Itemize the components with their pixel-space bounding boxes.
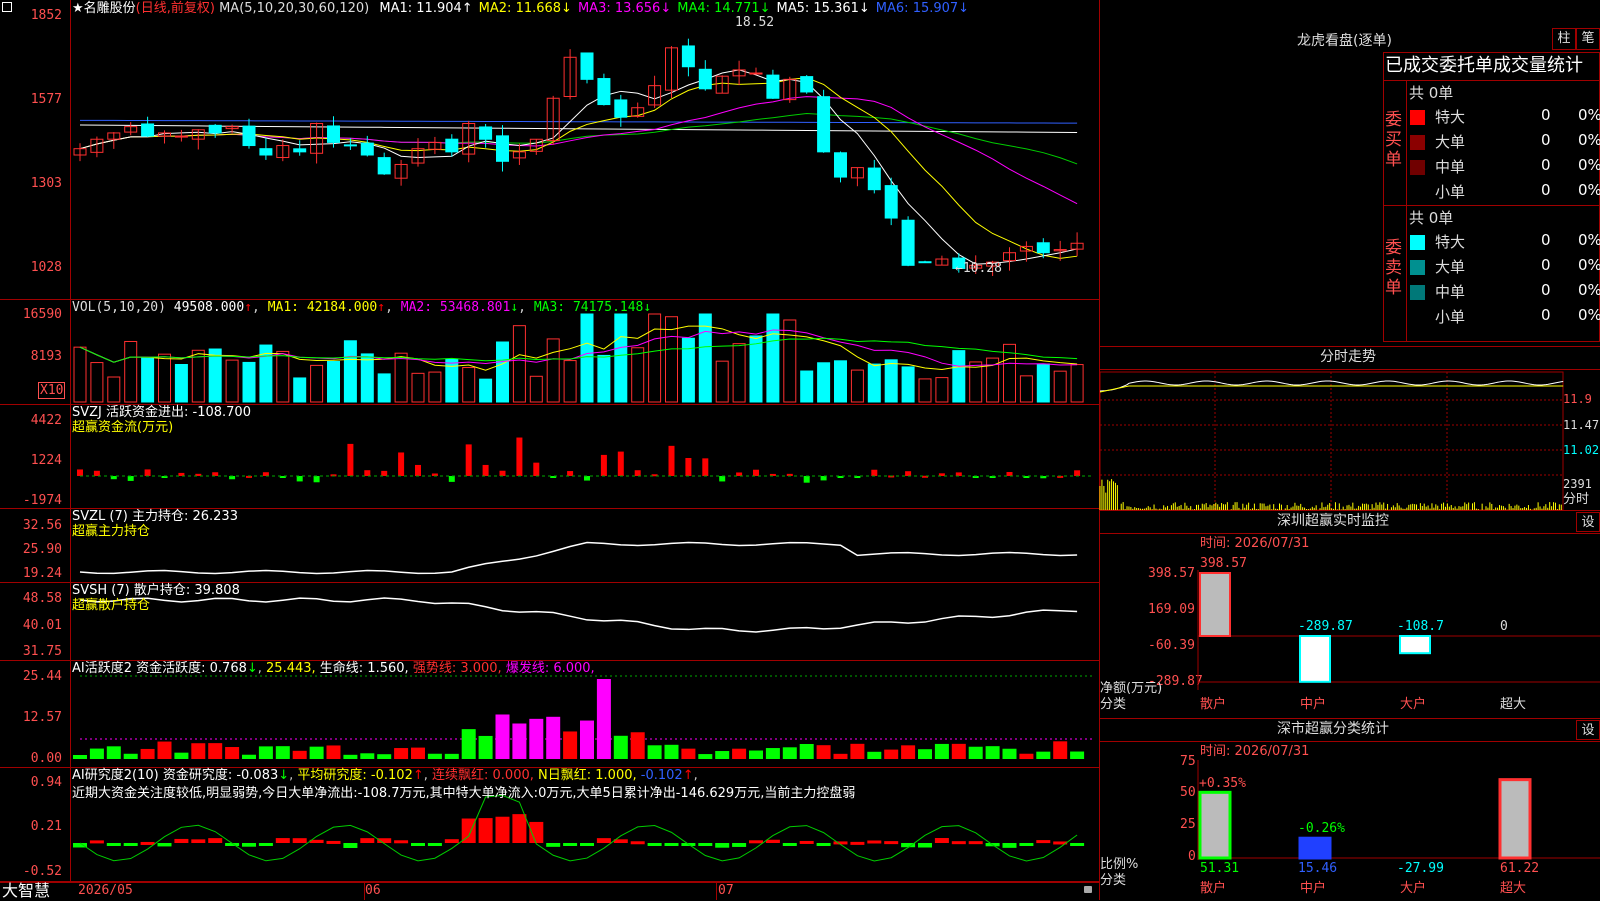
right-charts-svg — [1099, 371, 1600, 860]
monitor-bar-2 — [1399, 635, 1431, 655]
fenshi-avg-line — [1099, 385, 1564, 393]
monitor-bar-0 — [1199, 572, 1231, 637]
classify-bar-0 — [1198, 790, 1232, 860]
monitor-bar-1 — [1299, 635, 1331, 683]
classify-bar-1 — [1298, 836, 1332, 860]
classify-bar-3 — [1498, 778, 1532, 860]
